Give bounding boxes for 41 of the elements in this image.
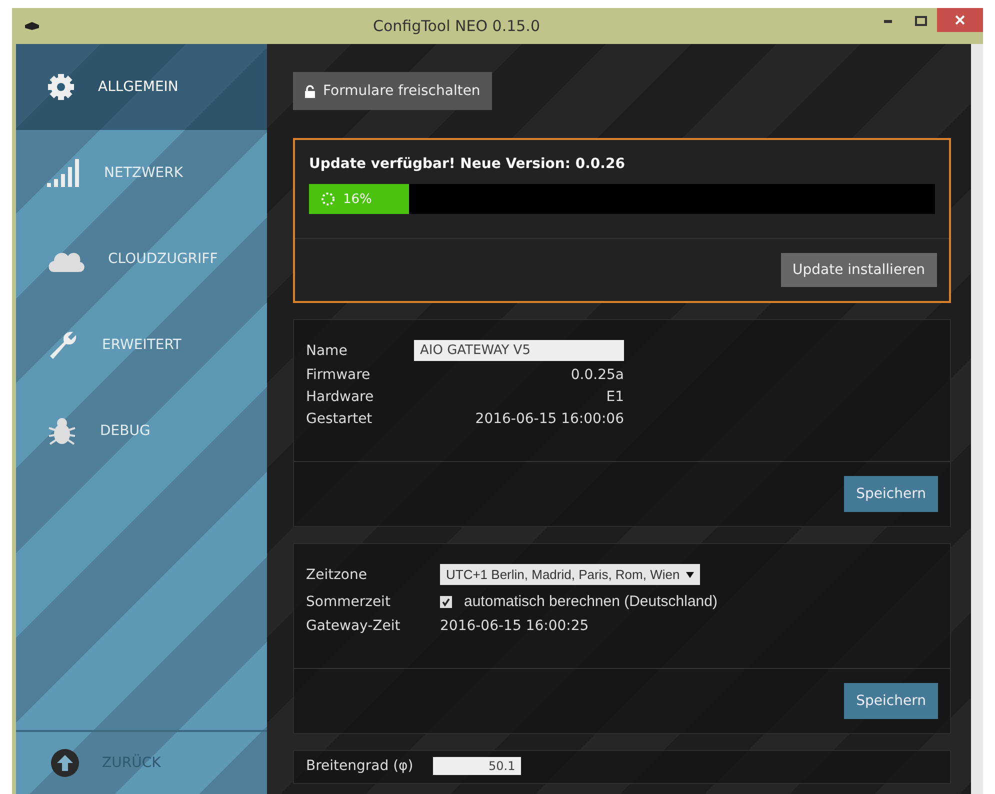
field-label: Firmware bbox=[306, 367, 372, 383]
close-button[interactable] bbox=[937, 8, 983, 32]
signal-bars-icon bbox=[46, 158, 82, 188]
nav-item[interactable]: ERWEITERT bbox=[16, 302, 267, 388]
install-update-button[interactable]: Update installieren bbox=[780, 253, 937, 287]
dropdown-arrow-icon bbox=[686, 572, 694, 578]
maximize-icon bbox=[915, 16, 927, 26]
timezone-dropdown[interactable]: UTC+1 Berlin, Madrid, Paris, Rom, Wien bbox=[440, 564, 700, 585]
window-title: ConfigTool NEO 0.15.0 bbox=[372, 17, 541, 35]
progress-reading: 16% bbox=[343, 192, 372, 206]
minimize-icon bbox=[884, 19, 894, 23]
field-value: 2016-06-15 16:00:06 bbox=[474, 411, 624, 427]
field-label: Name bbox=[306, 342, 348, 358]
field-value: E1 bbox=[605, 389, 624, 405]
field-label: Hardware bbox=[306, 389, 375, 405]
checkbox-label: automatisch berechnen (Deutschland) bbox=[464, 593, 718, 610]
field-value: 2016-06-15 16:00:25 bbox=[440, 618, 590, 634]
app-icon bbox=[24, 21, 40, 31]
nav-item[interactable]: NETZWERK bbox=[16, 130, 267, 216]
update-title: Update verfügbar! Neue Version: 0.0.26 bbox=[309, 156, 626, 172]
unlock-button[interactable]: Formulare freischalten bbox=[293, 72, 492, 110]
spinner-icon bbox=[321, 192, 335, 206]
field-label: Zeitzone bbox=[306, 566, 368, 582]
field-label: Gestartet bbox=[306, 411, 374, 427]
nav-item[interactable]: DEBUG bbox=[16, 388, 267, 474]
field-label: Gateway-Zeit bbox=[306, 618, 402, 634]
lock-icon bbox=[305, 84, 315, 98]
nav-item[interactable]: ALLGEMEIN bbox=[16, 44, 267, 130]
settings-icon bbox=[46, 72, 76, 102]
save-button[interactable]: Speichern bbox=[844, 476, 938, 512]
scrollbar[interactable] bbox=[971, 44, 983, 794]
save-button[interactable]: Speichern bbox=[844, 683, 938, 719]
name-field[interactable]: AIO GATEWAY V5 bbox=[414, 340, 624, 361]
latitude-field[interactable]: 50.1 bbox=[433, 757, 522, 775]
field-value: 0.0.25a bbox=[570, 367, 624, 383]
field-label: Sommerzeit bbox=[306, 594, 392, 610]
close-icon bbox=[955, 15, 965, 25]
bug-icon bbox=[46, 415, 78, 447]
field-label: Breitengrad (φ) bbox=[306, 758, 414, 774]
checkbox[interactable] bbox=[440, 596, 452, 608]
nav-item[interactable]: CLOUDZUGRIFF bbox=[16, 216, 267, 302]
